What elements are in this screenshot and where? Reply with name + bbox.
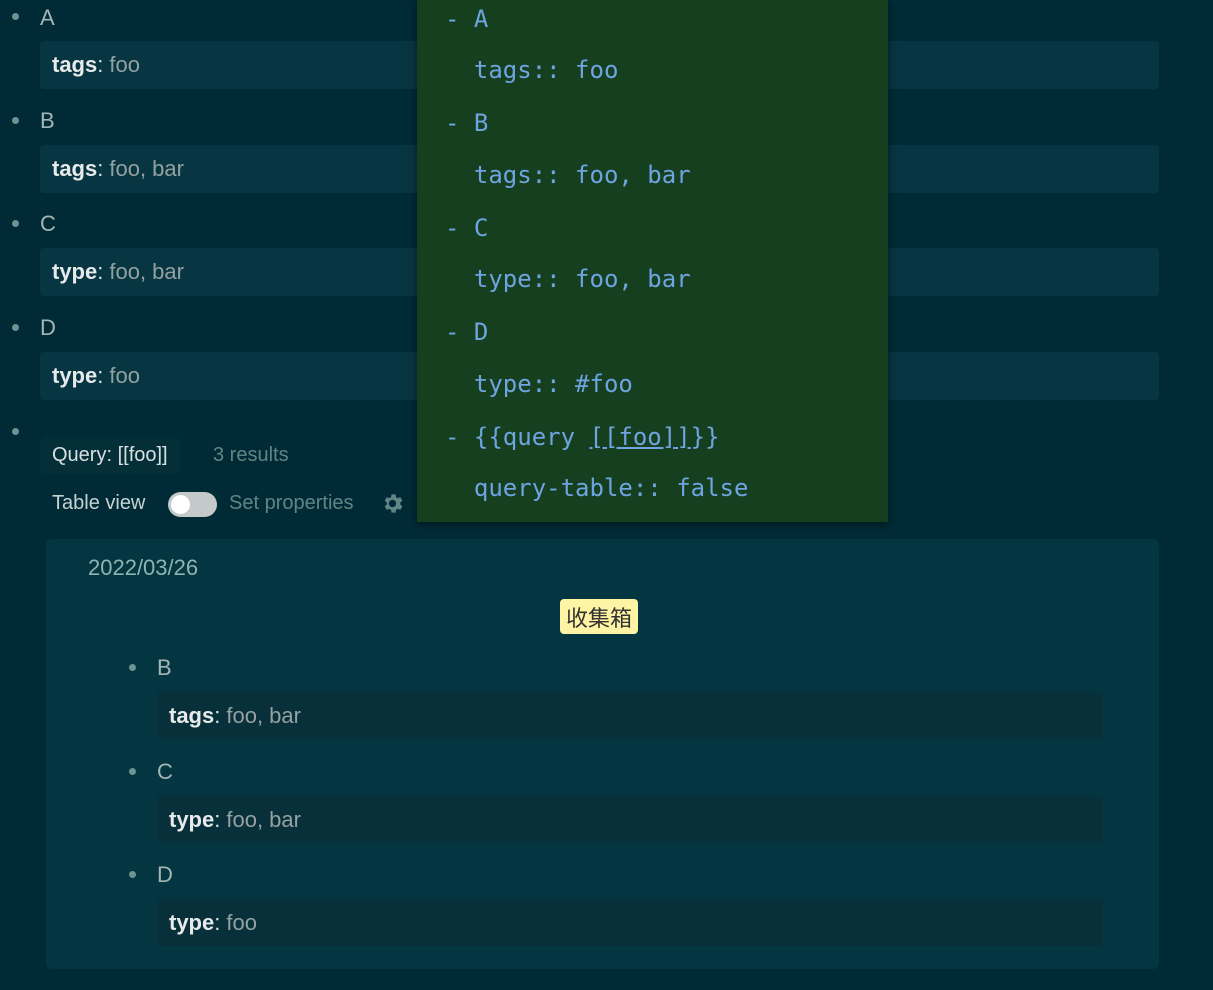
source-line: type:: #foo (445, 370, 633, 398)
source-line: - A (445, 5, 489, 33)
result-block-title[interactable]: D (157, 862, 173, 888)
property-key: tags (52, 52, 98, 77)
source-line: query-table:: false (445, 474, 749, 502)
property-key: tags (169, 702, 215, 728)
property-value[interactable]: foo (109, 363, 140, 389)
property-key: type (169, 806, 215, 832)
query-page-link[interactable]: [[foo]] (590, 423, 691, 451)
source-line-query: - {{query [[foo]]}} (445, 423, 720, 451)
table-view-toggle[interactable] (168, 492, 217, 517)
table-view-label: Table view (52, 492, 146, 514)
result-block-properties[interactable]: tags: foo, bar (157, 692, 1103, 739)
result-block-title[interactable]: B (157, 655, 172, 681)
page-tag[interactable]: 收集箱 (560, 599, 639, 634)
property-value[interactable]: foo (109, 52, 140, 78)
query-result-count: 3 results (213, 444, 289, 466)
block-bullet[interactable] (12, 428, 19, 435)
result-block-title[interactable]: C (157, 759, 173, 785)
result-page-title[interactable]: 2022/03/26 (88, 555, 198, 581)
block-bullet[interactable] (12, 220, 19, 227)
result-block-bullet[interactable] (129, 768, 136, 775)
source-line: - {{query (445, 423, 590, 451)
result-block-bullet[interactable] (129, 871, 136, 878)
property-key: type (169, 909, 215, 935)
block-title[interactable]: D (40, 315, 56, 341)
source-line: - D (445, 318, 489, 346)
set-properties-button[interactable]: Set properties (229, 492, 354, 515)
block-bullet[interactable] (12, 117, 19, 124)
source-line: - B (445, 109, 489, 137)
source-popup: - A tags:: foo - B tags:: foo, bar - C t… (417, 0, 888, 522)
block-title[interactable]: C (40, 211, 56, 237)
source-line: tags:: foo, bar (445, 161, 691, 189)
source-line-close: }} (690, 423, 720, 451)
property-key: type (52, 259, 98, 284)
property-value[interactable]: foo, bar (226, 703, 301, 729)
property-value[interactable]: foo, bar (226, 807, 301, 833)
result-block-properties[interactable]: type: foo (157, 899, 1103, 946)
block-bullet[interactable] (12, 324, 19, 331)
property-value[interactable]: foo, bar (109, 259, 184, 285)
source-line: type:: foo, bar (445, 265, 691, 293)
block-title[interactable]: B (40, 108, 55, 134)
property-value[interactable]: foo (226, 910, 257, 936)
source-line: - C (445, 214, 489, 242)
property-value[interactable]: foo, bar (109, 156, 184, 182)
result-block-properties[interactable]: type: foo, bar (157, 796, 1103, 843)
source-line: tags:: foo (445, 56, 619, 84)
property-key: tags (52, 156, 98, 181)
toggle-knob (171, 495, 190, 514)
block-title[interactable]: A (40, 5, 55, 31)
property-key: type (52, 363, 98, 388)
block-bullet[interactable] (12, 13, 19, 20)
gear-icon[interactable] (380, 491, 405, 516)
result-block-bullet[interactable] (129, 664, 136, 671)
query-title[interactable]: Query: [[foo]] (40, 437, 180, 474)
